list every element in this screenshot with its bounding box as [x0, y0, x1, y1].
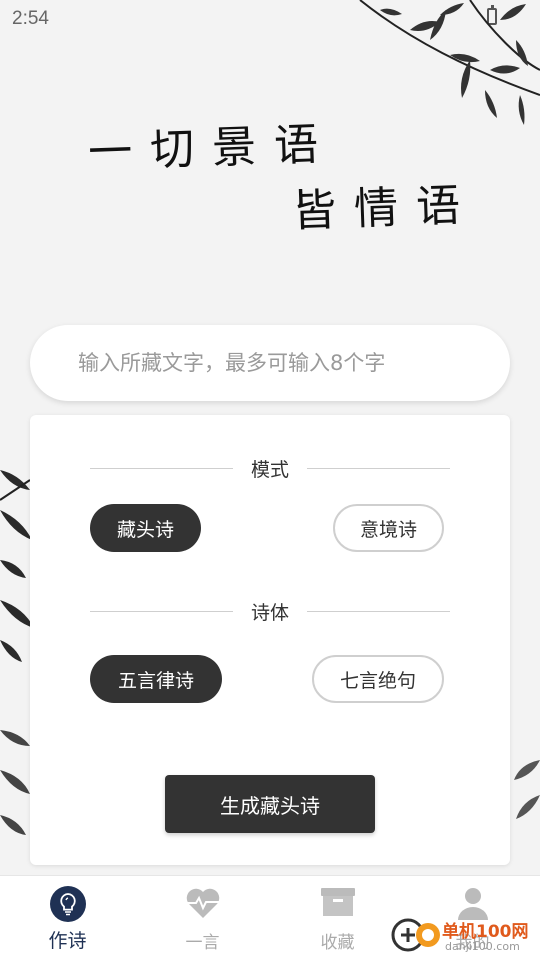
- bamboo-decoration-top: [359, 0, 540, 125]
- style-option-seven-char[interactable]: 七言绝句: [312, 655, 444, 703]
- tab-label: 作诗: [48, 930, 87, 952]
- divider-line: [90, 610, 233, 612]
- tab-compose[interactable]: 作诗: [0, 876, 135, 961]
- mode-section-title: 模式: [90, 456, 451, 481]
- tab-saying[interactable]: 一言: [135, 876, 270, 961]
- tab-favorites[interactable]: 收藏: [270, 876, 405, 961]
- divider-line: [90, 467, 233, 469]
- box-icon: [320, 888, 355, 916]
- hero-line-2: 皆情语: [291, 179, 479, 238]
- divider-line: [307, 467, 451, 469]
- style-title: 诗体: [251, 601, 290, 624]
- tab-label: 收藏: [320, 933, 355, 953]
- style-option-five-char[interactable]: 五言律诗: [90, 655, 222, 703]
- watermark-brand: 单机100网: [442, 922, 529, 942]
- hidden-words-input[interactable]: [76, 350, 480, 376]
- mode-title: 模式: [251, 458, 290, 481]
- lightbulb-icon: [49, 886, 86, 922]
- watermark-logo-icon: [391, 918, 440, 952]
- generate-button[interactable]: 生成藏头诗: [165, 775, 375, 833]
- bamboo-decoration-bottom-right: [514, 760, 540, 819]
- heartbeat-icon: [186, 888, 219, 918]
- watermark-url: danji100.com: [445, 940, 520, 953]
- tab-label: 一言: [185, 933, 220, 953]
- divider-line: [307, 610, 451, 612]
- mode-option-mood[interactable]: 意境诗: [333, 504, 444, 552]
- bamboo-decoration-bottom-left: [0, 730, 30, 835]
- status-time: 2:54: [12, 8, 49, 29]
- mode-option-acrostic[interactable]: 藏头诗: [90, 504, 201, 552]
- hero-line-1: 一切景语: [87, 118, 337, 179]
- search-bar[interactable]: [30, 325, 510, 401]
- site-watermark: 单机100网 danji100.com: [390, 915, 540, 955]
- options-card: 模式 藏头诗 意境诗 诗体 五言律诗 七言绝句 生成藏头诗: [30, 415, 510, 865]
- style-section-title: 诗体: [90, 599, 451, 624]
